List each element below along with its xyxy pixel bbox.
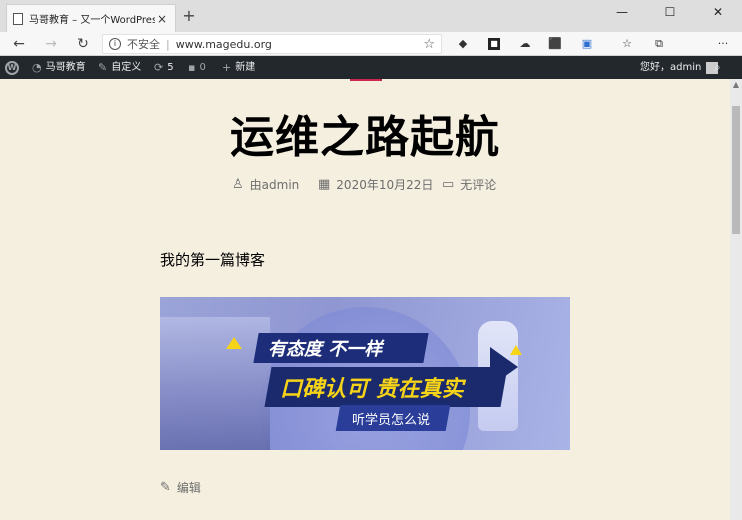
- forward-button[interactable]: →: [40, 34, 62, 54]
- accent-divider: [350, 79, 382, 81]
- banner-people-photo: [160, 317, 270, 450]
- author-label: 由admin: [249, 177, 300, 192]
- security-label: 不安全: [127, 38, 160, 51]
- browser-tab[interactable]: 马哥教育 – 又一个WordPress站点 ×: [6, 4, 176, 32]
- calendar-icon: ▦: [318, 176, 331, 192]
- browser-toolbar: ← → ↻ i 不安全 | www.magedu.org ☆ ◆ ■ ☁ ⬛ ▣…: [0, 32, 742, 83]
- plus-icon: +: [222, 61, 232, 74]
- post-comments-link[interactable]: ▭ 无评论: [442, 175, 496, 193]
- wp-admin-bar: W ◔ 马哥教育 ✎ 自定义 ⟳ 5 ▪ 0 + 新建 您好，admin ⌕: [0, 56, 742, 79]
- banner-line-1: 有态度 不一样: [268, 339, 383, 360]
- info-icon[interactable]: i: [109, 38, 121, 50]
- maximize-button[interactable]: ☐: [646, 0, 694, 28]
- wp-my-account[interactable]: 您好，admin: [640, 56, 719, 79]
- banner-line-3: 听学员怎么说: [352, 413, 431, 428]
- comments-count: 0: [199, 62, 206, 73]
- post-body: 我的第一篇博客: [160, 251, 266, 269]
- customize-label: 自定义: [111, 62, 142, 73]
- banner-line-2: 口碑认可 贵在真实: [280, 377, 464, 402]
- comment-icon: ▭: [442, 176, 455, 192]
- address-separator: |: [166, 37, 170, 51]
- extension-blue-icon[interactable]: ▣: [578, 36, 596, 52]
- minimize-button[interactable]: —: [598, 0, 646, 28]
- greeting-label: 您好，admin: [640, 62, 702, 73]
- site-name-label: 马哥教育: [45, 62, 86, 73]
- comment-bubble-icon: ▪: [188, 61, 196, 74]
- favorites-icon[interactable]: ☆: [618, 36, 636, 52]
- address-bar[interactable]: i 不安全 | www.magedu.org ☆: [102, 34, 442, 54]
- brush-icon: ✎: [98, 61, 108, 74]
- wp-search-icon[interactable]: ⌕: [714, 56, 721, 79]
- scrollbar-thumb[interactable]: [732, 106, 740, 234]
- wp-site-name[interactable]: ◔ 马哥教育: [32, 56, 86, 79]
- close-window-button[interactable]: ✕: [694, 0, 742, 28]
- post-date[interactable]: ▦ 2020年10月22日: [318, 175, 433, 193]
- tab-title: 马哥教育 – 又一个WordPress站点: [29, 15, 155, 26]
- collections-icon[interactable]: ⧉: [650, 36, 668, 52]
- translate-icon[interactable]: ⬛: [546, 36, 564, 52]
- back-button[interactable]: ←: [8, 34, 30, 54]
- banner-triangle: [510, 345, 522, 355]
- refresh-button[interactable]: ↻: [72, 34, 94, 54]
- url-text[interactable]: www.magedu.org: [176, 38, 424, 51]
- updates-count: 5: [167, 62, 174, 73]
- banner-triangle: [226, 337, 242, 349]
- post-title[interactable]: 运维之路起航: [0, 101, 730, 165]
- extension-icon[interactable]: ◆: [454, 36, 472, 52]
- scroll-up-arrow-icon[interactable]: ▲: [730, 79, 742, 91]
- edit-link[interactable]: ✎ 编辑: [160, 479, 201, 496]
- wp-new[interactable]: + 新建: [222, 56, 255, 79]
- wp-logo-icon[interactable]: W: [5, 56, 19, 79]
- more-menu-icon[interactable]: ···: [714, 36, 732, 52]
- user-icon: ♙: [232, 176, 244, 192]
- wp-updates[interactable]: ⟳ 5: [154, 56, 174, 79]
- post-author[interactable]: ♙ 由admin: [232, 175, 299, 193]
- page-content: 运维之路起航 ♙ 由admin ▦ 2020年10月22日 ▭ 无评论 我的第一…: [0, 79, 730, 520]
- cloud-icon[interactable]: ☁: [516, 36, 534, 52]
- comments-label: 无评论: [460, 177, 497, 192]
- banner-image: 有态度 不一样 口碑认可 贵在真实 听学员怎么说: [160, 297, 570, 450]
- page-icon: [13, 12, 23, 25]
- date-label: 2020年10月22日: [336, 177, 434, 192]
- favorite-star-icon[interactable]: ☆: [423, 37, 435, 52]
- dashboard-icon: ◔: [32, 61, 42, 74]
- new-label: 新建: [235, 62, 256, 73]
- close-tab-icon[interactable]: ×: [155, 12, 169, 26]
- edit-label: 编辑: [176, 481, 201, 495]
- wp-comments[interactable]: ▪ 0: [188, 56, 206, 79]
- updates-icon: ⟳: [154, 61, 164, 74]
- new-tab-button[interactable]: +: [180, 6, 198, 26]
- browser-tab-bar: 马哥教育 – 又一个WordPress站点 × + — ☐ ✕: [0, 0, 742, 32]
- extension-box-icon[interactable]: ■: [488, 38, 500, 50]
- wp-customize[interactable]: ✎ 自定义: [98, 56, 141, 79]
- pencil-icon: ✎: [160, 480, 171, 495]
